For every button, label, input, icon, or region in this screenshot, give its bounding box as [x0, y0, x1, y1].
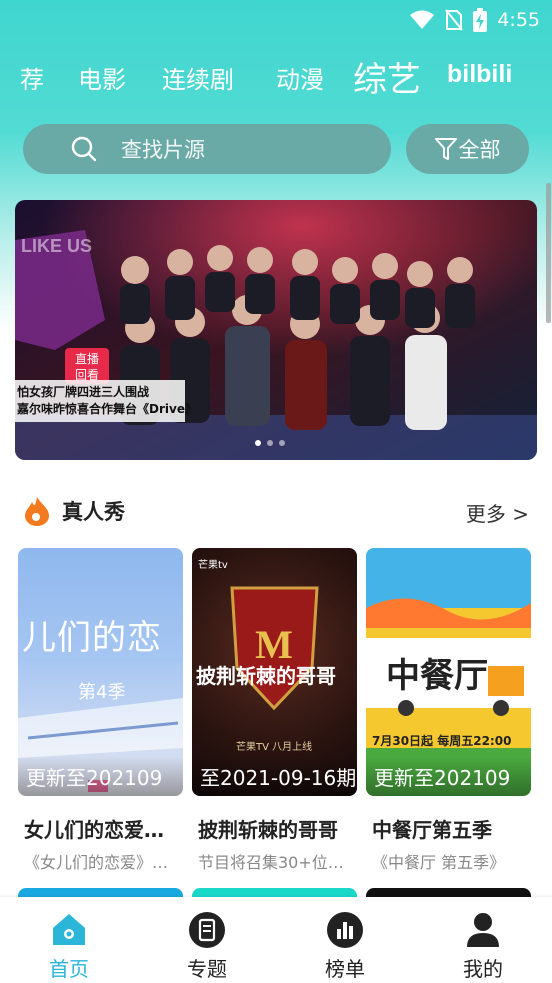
poster-title: 中餐厅	[386, 656, 488, 696]
flame-icon	[25, 497, 49, 526]
nav-label: 我的	[463, 957, 503, 981]
section-header: 真人秀 更多 >	[23, 492, 529, 528]
poster: 儿们的恋 第4季 更新至202109	[18, 548, 183, 796]
poster-title: 披荆斩棘的哥哥	[196, 664, 336, 688]
poster-subtitle: 第4季	[78, 682, 126, 703]
nav-label: 榜单	[325, 957, 365, 981]
filter-label: 全部	[458, 138, 501, 162]
poster-subtitle: 芒果TV 八月上线	[236, 742, 313, 753]
nav-ranking[interactable]: 榜单	[300, 911, 390, 982]
tab-recommend[interactable]: 荐	[20, 60, 44, 95]
show-description: 节目将召集30+位哥哥	[198, 853, 357, 872]
carousel-dot[interactable]	[279, 440, 285, 446]
show-title: 女儿们的恋爱第四季	[24, 818, 183, 842]
svg-text:直播: 直播	[75, 352, 99, 366]
scrollbar[interactable]	[546, 183, 551, 323]
tab-movies[interactable]: 电影	[78, 60, 126, 95]
poster-subtitle: 7月30日起 每周五22:00	[372, 734, 512, 748]
nav-label: 专题	[187, 957, 227, 981]
svg-text:回看: 回看	[75, 368, 99, 382]
show-card[interactable]: M 芒果tv 披荆斩棘的哥哥 芒果TV 八月上线 至2021-09-16期 披荆…	[192, 548, 357, 873]
nav-topics[interactable]: 专题	[162, 911, 252, 982]
search-placeholder: 查找片源	[121, 138, 205, 162]
status-bar: 4:55	[0, 0, 552, 40]
category-tabs: 荐 电影 连续剧 动漫 综艺 bilbili	[0, 52, 552, 102]
tab-variety[interactable]: 综艺	[353, 52, 421, 101]
svg-text:LIKE US: LIKE US	[21, 236, 92, 256]
search-input[interactable]: 查找片源	[23, 124, 391, 174]
nav-home[interactable]: 首页	[24, 911, 114, 982]
update-status: 至2021-09-16期	[192, 756, 357, 796]
banner-image: LIKE US 直播 回看	[15, 200, 537, 460]
bottom-nav: 首页 专题 榜单 我的	[0, 897, 552, 983]
banner-caption-2: 嘉尔味昨惊喜合作舞台《Drive》	[17, 402, 197, 416]
show-card[interactable]: 中餐厅 7月30日起 每周五22:00 更新至202109 中餐厅第五季 《中餐…	[366, 548, 531, 873]
poster: 中餐厅 7月30日起 每周五22:00 更新至202109	[366, 548, 531, 796]
show-title: 披荆斩棘的哥哥	[198, 818, 338, 842]
show-card[interactable]: 儿们的恋 第4季 更新至202109 女儿们的恋爱第四季 《女儿们的恋爱》第四季	[18, 548, 183, 873]
ranking-icon	[327, 912, 363, 948]
poster: M 芒果tv 披荆斩棘的哥哥 芒果TV 八月上线 至2021-09-16期	[192, 548, 357, 796]
battery-charging-icon	[473, 8, 488, 32]
profile-icon	[467, 913, 499, 947]
carousel-dot[interactable]	[255, 440, 261, 446]
topic-icon	[189, 912, 225, 948]
nav-label: 首页	[49, 957, 89, 981]
banner-carousel[interactable]: LIKE US 直播 回看 怕女孩厂牌四进三人围战 嘉尔味昨惊喜合作舞台《Dri…	[15, 200, 537, 460]
search-icon	[71, 136, 97, 162]
home-icon	[53, 914, 85, 945]
no-sim-icon	[445, 9, 464, 31]
show-title: 中餐厅第五季	[372, 818, 492, 842]
search-row: 查找片源 全部	[0, 124, 552, 174]
carousel-dot[interactable]	[267, 440, 273, 446]
tab-anime[interactable]: 动漫	[276, 60, 324, 95]
filter-icon	[434, 138, 457, 160]
more-link[interactable]: 更多 >	[466, 498, 529, 527]
show-description: 《中餐厅 第五季》	[372, 853, 506, 872]
section-title: 真人秀	[62, 500, 125, 524]
svg-text:芒果tv: 芒果tv	[198, 558, 228, 571]
filter-button[interactable]: 全部	[406, 124, 529, 174]
show-list: 儿们的恋 第4季 更新至202109 女儿们的恋爱第四季 《女儿们的恋爱》第四季…	[0, 548, 552, 878]
banner-caption-1: 怕女孩厂牌四进三人围战	[17, 385, 150, 399]
tab-series[interactable]: 连续剧	[162, 60, 234, 95]
poster-title: 儿们的恋	[22, 618, 162, 658]
carousel-indicator	[255, 440, 285, 446]
wifi-icon	[409, 10, 435, 30]
nav-profile[interactable]: 我的	[438, 911, 528, 982]
tab-bilibili[interactable]: bilbili	[447, 60, 512, 89]
show-description: 《女儿们的恋爱》第四季	[24, 853, 183, 872]
update-status: 更新至202109	[18, 756, 183, 796]
update-status: 更新至202109	[366, 756, 531, 796]
clock: 4:55	[497, 9, 540, 31]
